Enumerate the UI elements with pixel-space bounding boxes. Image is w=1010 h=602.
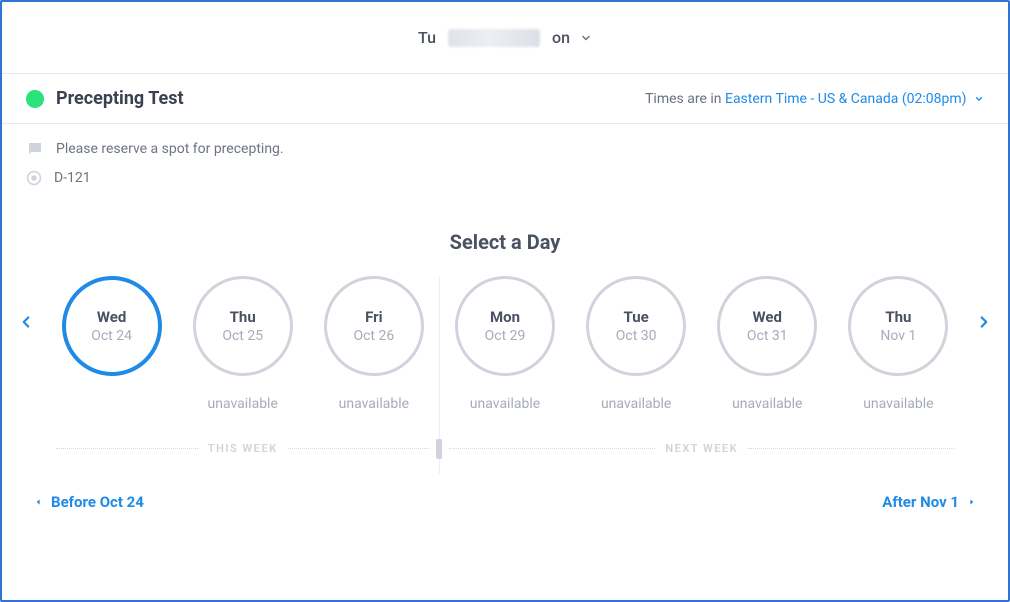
day-item: Thu Oct 25 unavailable bbox=[177, 276, 308, 414]
status-indicator bbox=[26, 90, 44, 108]
day-weekday: Fri bbox=[365, 308, 383, 326]
day-weekday: Wed bbox=[753, 308, 782, 326]
day-date: Oct 29 bbox=[485, 328, 526, 344]
day-option-unavailable: Fri Oct 26 bbox=[324, 276, 424, 376]
user-dropdown[interactable]: Tu on bbox=[418, 28, 592, 47]
subheader: Precepting Test Times are in Eastern Tim… bbox=[2, 74, 1008, 124]
timezone-prefix: Times are in bbox=[645, 91, 725, 107]
user-name-redacted bbox=[448, 29, 540, 47]
message-icon bbox=[26, 140, 44, 158]
event-location: D-121 bbox=[54, 170, 91, 186]
day-status: unavailable bbox=[208, 396, 278, 414]
triangle-left-icon bbox=[34, 495, 43, 509]
event-title: Precepting Test bbox=[56, 88, 184, 109]
day-status: unavailable bbox=[470, 396, 540, 414]
day-date: Oct 24 bbox=[91, 328, 132, 344]
event-details: Please reserve a spot for precepting. D-… bbox=[2, 124, 1008, 206]
day-date: Oct 30 bbox=[616, 328, 657, 344]
day-status: unavailable bbox=[339, 396, 409, 414]
day-date: Nov 1 bbox=[880, 328, 916, 344]
next-days-button[interactable] bbox=[964, 276, 1004, 336]
day-item: Thu Nov 1 unavailable bbox=[833, 276, 964, 414]
day-option-unavailable: Tue Oct 30 bbox=[586, 276, 686, 376]
day-item: Wed Oct 31 unavailable bbox=[702, 276, 833, 414]
booking-window: Tu on Precepting Test Times are in Easte… bbox=[0, 0, 1010, 602]
day-status: unavailable bbox=[732, 396, 802, 414]
chevron-down-icon bbox=[580, 32, 592, 44]
week-separator-knob bbox=[436, 439, 442, 459]
day-weekday: Mon bbox=[490, 308, 520, 326]
date-range-nav: Before Oct 24 After Nov 1 bbox=[2, 493, 1008, 511]
timezone-label: Eastern Time - US & Canada (02:08pm) bbox=[725, 91, 967, 107]
after-range-label: After Nov 1 bbox=[882, 493, 959, 511]
day-carousel: Wed Oct 24 Thu Oct 25 unavailable Fri Oct 26 un… bbox=[2, 276, 1008, 414]
day-weekday: Wed bbox=[97, 308, 126, 326]
after-range-button[interactable]: After Nov 1 bbox=[882, 493, 976, 511]
day-item: Tue Oct 30 unavailable bbox=[571, 276, 702, 414]
chevron-down-icon bbox=[974, 94, 984, 104]
day-status: unavailable bbox=[601, 396, 671, 414]
week-label-row: THIS WEEK NEXT WEEK bbox=[46, 442, 964, 455]
chevron-right-icon bbox=[975, 308, 993, 336]
select-day-heading: Select a Day bbox=[2, 230, 1008, 254]
location-radio-icon bbox=[26, 170, 42, 186]
day-option-unavailable: Thu Oct 25 bbox=[193, 276, 293, 376]
triangle-right-icon bbox=[967, 495, 976, 509]
user-name-prefix: Tu bbox=[418, 28, 436, 47]
topbar: Tu on bbox=[2, 2, 1008, 74]
day-date: Oct 25 bbox=[222, 328, 263, 344]
event-instruction: Please reserve a spot for precepting. bbox=[56, 141, 284, 157]
this-week-label: THIS WEEK bbox=[46, 442, 439, 455]
day-weekday: Thu bbox=[885, 308, 911, 326]
day-weekday: Thu bbox=[230, 308, 256, 326]
day-date: Oct 31 bbox=[747, 328, 788, 344]
day-item: Fri Oct 26 unavailable bbox=[308, 276, 439, 414]
user-name-suffix: on bbox=[552, 28, 570, 47]
day-list: Wed Oct 24 Thu Oct 25 unavailable Fri Oct 26 un… bbox=[46, 276, 964, 414]
day-status: unavailable bbox=[863, 396, 933, 414]
before-range-button[interactable]: Before Oct 24 bbox=[34, 493, 144, 511]
day-item: Mon Oct 29 unavailable bbox=[439, 276, 570, 414]
next-week-label: NEXT WEEK bbox=[439, 442, 964, 455]
day-date: Oct 26 bbox=[353, 328, 394, 344]
day-item: Wed Oct 24 bbox=[46, 276, 177, 414]
day-option-unavailable: Thu Nov 1 bbox=[848, 276, 948, 376]
day-option-available[interactable]: Wed Oct 24 bbox=[62, 276, 162, 376]
timezone-row: Times are in Eastern Time - US & Canada … bbox=[645, 91, 984, 107]
before-range-label: Before Oct 24 bbox=[51, 493, 144, 511]
day-option-unavailable: Mon Oct 29 bbox=[455, 276, 555, 376]
chevron-left-icon bbox=[17, 308, 35, 336]
day-weekday: Tue bbox=[624, 308, 649, 326]
prev-days-button[interactable] bbox=[6, 276, 46, 336]
timezone-select[interactable]: Eastern Time - US & Canada (02:08pm) bbox=[725, 91, 984, 107]
day-option-unavailable: Wed Oct 31 bbox=[717, 276, 817, 376]
